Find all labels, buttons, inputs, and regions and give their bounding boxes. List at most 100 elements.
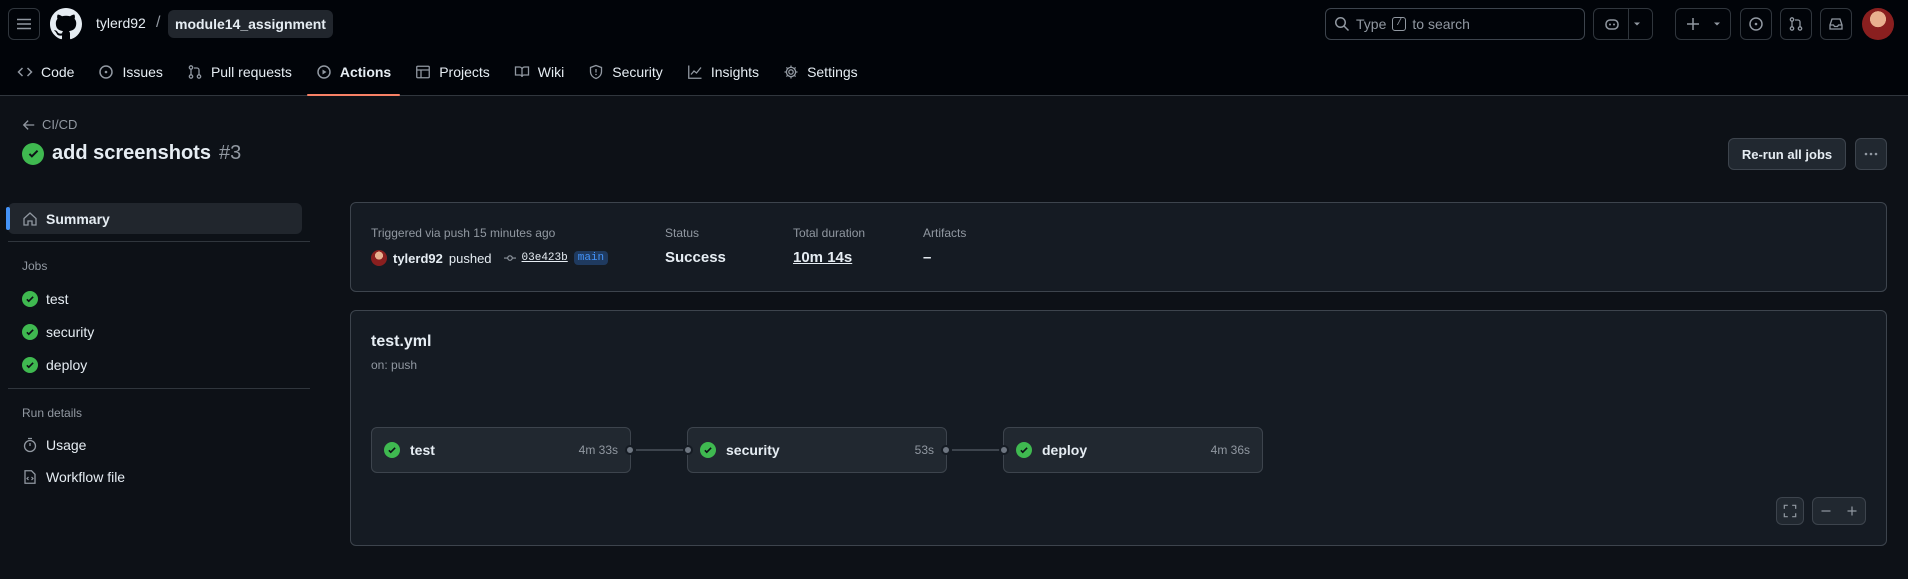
sidebar-job-deploy[interactable]: deploy	[8, 349, 302, 380]
zoom-in-button[interactable]	[1839, 505, 1865, 517]
search-input[interactable]: Type / to search	[1325, 8, 1585, 40]
job-input-port	[683, 445, 693, 455]
more-options-button[interactable]	[1855, 138, 1887, 170]
sidebar-job-label: security	[46, 323, 95, 340]
play-icon	[317, 65, 331, 79]
job-node-duration: 4m 33s	[578, 443, 618, 457]
tab-security-label: Security	[612, 64, 663, 80]
commit-sha-link[interactable]: 03e423b	[522, 252, 568, 264]
tab-projects[interactable]: Projects	[406, 55, 499, 89]
home-icon	[23, 211, 37, 226]
sidebar-item-workflow-file-label: Workflow file	[46, 468, 126, 485]
status-value: Success	[665, 249, 726, 266]
pull-request-icon	[1789, 17, 1803, 31]
success-icon	[22, 142, 44, 165]
hamburger-icon	[17, 18, 31, 30]
tab-wiki[interactable]: Wiki	[505, 55, 573, 89]
actor-avatar[interactable]	[371, 250, 387, 266]
tab-wiki-label: Wiki	[537, 64, 565, 80]
sidebar-job-security[interactable]: security	[8, 316, 302, 347]
success-icon	[384, 442, 400, 458]
artifacts-label: Artifacts	[923, 226, 967, 240]
sidebar-divider	[8, 241, 310, 242]
branch-label[interactable]: main	[573, 251, 609, 265]
run-title: add screenshots #3	[22, 142, 241, 165]
fullscreen-button[interactable]	[1776, 497, 1804, 525]
plus-icon	[1687, 18, 1699, 30]
tab-projects-label: Projects	[439, 64, 490, 80]
success-icon	[22, 323, 38, 340]
search-prefix: Type	[1356, 16, 1387, 32]
tab-code[interactable]: Code	[8, 55, 83, 89]
github-logo-icon[interactable]	[50, 8, 82, 40]
repo-link[interactable]: module14_assignment	[168, 10, 333, 38]
sidebar-job-label: deploy	[46, 356, 88, 373]
sidebar-run-details-heading: Run details	[22, 406, 83, 420]
tab-pull-requests-label: Pull requests	[210, 64, 292, 80]
user-avatar[interactable]	[1862, 8, 1894, 40]
chevron-down-icon	[1634, 22, 1640, 26]
success-icon	[22, 356, 38, 373]
search-suffix: to search	[1412, 16, 1470, 32]
job-input-port	[999, 445, 1009, 455]
issue-icon	[99, 65, 114, 79]
sidebar-item-workflow-file[interactable]: Workflow file	[8, 461, 302, 492]
create-new-button[interactable]	[1675, 8, 1731, 40]
job-output-port	[625, 445, 635, 455]
back-to-workflow-link[interactable]: CI/CD	[22, 117, 77, 132]
duration-value[interactable]: 10m 14s	[793, 249, 852, 266]
tab-code-label: Code	[41, 64, 75, 80]
code-icon	[17, 67, 33, 77]
zoom-out-button[interactable]	[1813, 505, 1839, 517]
push-action-text: pushed	[448, 250, 492, 266]
copilot-button[interactable]	[1593, 8, 1653, 40]
file-code-icon	[24, 469, 36, 484]
tab-actions-label: Actions	[339, 64, 392, 80]
sidebar-item-usage-label: Usage	[46, 436, 87, 453]
job-connector	[952, 449, 1004, 451]
menu-button[interactable]	[8, 8, 40, 40]
sidebar-item-summary[interactable]: Summary	[6, 203, 302, 234]
workflow-event: on: push	[371, 358, 418, 372]
commit-icon	[503, 255, 516, 261]
screen-full-icon	[1783, 504, 1797, 518]
tab-security[interactable]: Security	[579, 55, 672, 89]
tab-insights[interactable]: Insights	[678, 55, 768, 89]
gear-icon	[784, 65, 798, 79]
status-label: Status	[665, 226, 700, 240]
zoom-controls	[1812, 497, 1866, 525]
owner-link[interactable]: tylerd92	[96, 15, 146, 31]
workflow-name: CI/CD	[42, 117, 78, 132]
sidebar-item-usage[interactable]: Usage	[8, 429, 302, 460]
pull-requests-button[interactable]	[1780, 8, 1812, 40]
inbox-button[interactable]	[1820, 8, 1852, 40]
chevron-down-icon	[1714, 22, 1720, 26]
rerun-all-jobs-button[interactable]: Re-run all jobs	[1728, 138, 1846, 170]
job-node-deploy[interactable]: deploy 4m 36s	[1003, 427, 1263, 473]
duration-label: Total duration	[793, 226, 866, 240]
pull-request-icon	[188, 65, 202, 79]
job-node-duration: 4m 36s	[1210, 443, 1250, 457]
actor-link[interactable]: tylerd92	[393, 251, 443, 266]
copilot-divider	[1628, 8, 1629, 40]
tab-pull-requests[interactable]: Pull requests	[178, 55, 301, 89]
job-node-duration: 53s	[914, 443, 934, 457]
job-output-port	[941, 445, 951, 455]
job-node-test[interactable]: test 4m 33s	[371, 427, 631, 473]
run-summary-panel: Triggered via push 15 minutes ago tylerd…	[350, 202, 1887, 292]
repo-nav: Code Issues Pull requests Actions Projec…	[0, 55, 870, 96]
sidebar-job-test[interactable]: test	[8, 283, 302, 314]
tab-actions[interactable]: Actions	[306, 55, 401, 96]
minus-icon	[1821, 510, 1831, 512]
success-icon	[22, 290, 38, 307]
tab-issues-label: Issues	[122, 64, 163, 80]
tab-settings-label: Settings	[807, 64, 858, 80]
job-node-security[interactable]: security 53s	[687, 427, 947, 473]
issues-button[interactable]	[1740, 8, 1772, 40]
job-node-name: security	[726, 442, 780, 458]
arrow-left-icon	[22, 119, 35, 130]
tab-settings[interactable]: Settings	[774, 55, 867, 89]
trigger-text: Triggered via push 15 minutes ago	[371, 226, 556, 240]
tab-issues[interactable]: Issues	[89, 55, 171, 89]
copilot-icon	[1605, 19, 1619, 30]
